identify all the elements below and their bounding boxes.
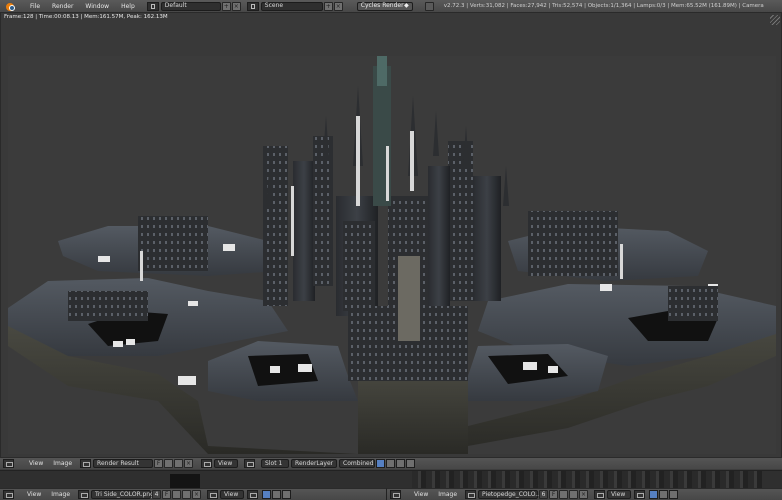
display-alpha-toggle[interactable] [386,459,396,468]
menu-view[interactable]: View [24,458,48,470]
image-editor-header: View Image Render Result F × View Slot 1… [0,457,782,469]
view-mode-select[interactable]: View [220,490,245,499]
menu-window[interactable]: Window [79,0,115,13]
scene-stats: v2.72.3 | Verts:31,082 | Faces:27,942 | … [443,3,764,9]
display-channel-toggle[interactable] [669,490,679,499]
menu-help[interactable]: Help [115,0,141,13]
display-zbuffer-toggle[interactable] [406,459,416,468]
menu-image[interactable]: Image [48,458,77,470]
menu-image[interactable]: Image [433,489,462,500]
city-render [8,56,776,454]
display-channel-toggle[interactable] [396,459,406,468]
new-image-button[interactable] [172,490,182,499]
image-select[interactable]: Tri Side_COLOR.png [91,490,154,499]
add-layout-button[interactable]: + [221,1,231,11]
image-select[interactable]: Pietopedge_COLO... [478,490,541,499]
image-editor-header-3: View Image Pietopedge_COLO... 6 F × View [386,488,782,500]
display-rgb-toggle[interactable] [376,459,386,468]
chevron-down-icon: ◆ [404,2,409,9]
pivot-icon[interactable] [247,490,259,499]
render-layer-select[interactable]: RenderLayer [291,459,338,468]
view-mode-select[interactable]: View [214,459,239,468]
image-thumbnail [170,474,200,488]
screen-layout-select[interactable]: Default [160,1,221,11]
image-browse-icon[interactable] [78,490,90,499]
image-select[interactable]: Render Result [93,459,154,468]
pin-icon[interactable] [201,459,213,468]
open-image-button[interactable] [182,490,192,499]
image-editor-header-2: View Image Tri Side_COLOR.png 4 F × View [0,488,386,500]
menu-image[interactable]: Image [46,489,75,500]
menu-file[interactable]: File [24,0,46,13]
unlink-image-button[interactable]: × [184,459,194,468]
pivot-icon[interactable] [634,490,646,499]
display-channel-toggle[interactable] [282,490,292,499]
fake-user-button[interactable]: F [549,490,559,499]
texture-thumbnail [412,471,762,488]
unlink-image-button[interactable]: × [192,490,202,499]
display-rgb-toggle[interactable] [262,490,272,499]
render-result-image [8,56,776,454]
blender-logo-icon[interactable] [4,1,18,12]
users-count: 6 [539,490,549,499]
scene-icon[interactable] [246,1,259,11]
add-scene-button[interactable]: + [323,1,333,11]
image-browse-icon[interactable] [80,459,92,468]
menu-view[interactable]: View [22,489,46,500]
menu-view[interactable]: View [409,489,433,500]
open-image-button[interactable] [569,490,579,499]
slot-select[interactable]: Slot 1 [261,459,290,468]
remove-scene-button[interactable]: × [333,1,343,11]
fake-user-button[interactable]: F [154,459,164,468]
open-image-button[interactable] [174,459,184,468]
render-engine-label: Cycles Render [360,2,404,9]
render-viewport[interactable]: Frame:128 | Time:00:08.13 | Mem:161.57M,… [0,13,782,457]
unlink-image-button[interactable]: × [579,490,589,499]
render-info: Frame:128 | Time:00:08.13 | Mem:161.57M,… [4,14,168,20]
image-editor-icon[interactable] [3,459,14,468]
area-split-grip[interactable] [770,15,780,25]
scene-select[interactable]: Scene [260,1,323,11]
new-image-button[interactable] [559,490,569,499]
render-icon[interactable] [424,1,434,11]
screen-layout-icon[interactable] [146,1,159,11]
remove-layout-button[interactable]: × [231,1,241,11]
pin-icon[interactable] [594,490,606,499]
display-alpha-toggle[interactable] [659,490,669,499]
image-editor-icon[interactable] [390,490,401,499]
view-mode-select[interactable]: View [607,490,632,499]
pin-icon[interactable] [207,490,219,499]
render-pass-select[interactable]: Combined [339,459,376,468]
image-browse-icon[interactable] [465,490,477,499]
users-count: 4 [152,490,162,499]
image-editor-icon[interactable] [3,490,14,499]
menu-render[interactable]: Render [46,0,79,13]
display-alpha-toggle[interactable] [272,490,282,499]
fake-user-button[interactable]: F [162,490,172,499]
display-rgb-toggle[interactable] [649,490,659,499]
pivot-icon[interactable] [244,459,256,468]
render-engine-select[interactable]: Cycles Render ◆ [356,1,413,11]
info-header: File Render Window Help Default + × Scen… [0,0,782,13]
new-image-button[interactable] [164,459,174,468]
